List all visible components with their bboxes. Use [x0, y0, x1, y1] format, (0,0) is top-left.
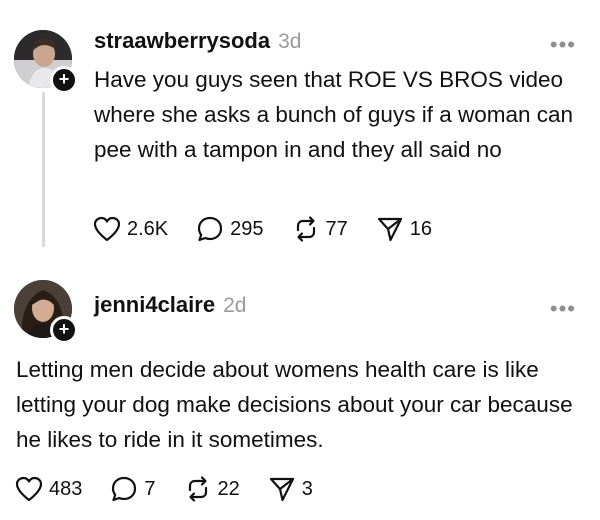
avatar[interactable]: +: [14, 280, 78, 344]
action-bar: 483 7 22 3: [15, 474, 341, 504]
like-count: 483: [49, 477, 83, 500]
post-straawberrysoda: + straawberrysoda 3d ••• Have you guys s…: [0, 0, 600, 262]
like-count: 2.6K: [127, 217, 169, 240]
share-count: 16: [409, 217, 433, 240]
follow-plus-icon[interactable]: +: [50, 66, 78, 94]
post-text: Have you guys seen that ROE VS BROS vide…: [94, 67, 574, 162]
action-bar: 2.6K 295 77 16: [93, 214, 460, 244]
post-jenni4claire: + jenni4claire 2d ••• Letting men decide…: [0, 262, 600, 520]
post-text: Letting men decide about womens health c…: [16, 357, 573, 452]
avatar[interactable]: +: [14, 30, 78, 94]
share-count: 3: [301, 477, 313, 500]
heart-icon: [15, 476, 43, 502]
repost-button[interactable]: 22: [184, 475, 240, 503]
post-header: straawberrysoda 3d: [94, 28, 301, 54]
repost-count: 22: [217, 477, 240, 500]
share-icon: [377, 217, 402, 242]
heart-icon: [93, 216, 121, 242]
thread-line: [42, 92, 45, 247]
timestamp: 2d: [223, 294, 247, 317]
reply-count: 7: [144, 477, 156, 500]
username[interactable]: straawberrysoda: [94, 28, 270, 54]
repost-count: 77: [325, 217, 348, 240]
share-button[interactable]: 3: [268, 475, 313, 503]
post-header: jenni4claire 2d: [94, 292, 246, 318]
comment-icon: [198, 216, 223, 242]
follow-plus-icon[interactable]: +: [50, 316, 78, 344]
like-button[interactable]: 483: [15, 476, 82, 502]
share-button[interactable]: 16: [376, 215, 432, 243]
share-icon: [269, 477, 294, 502]
reply-button[interactable]: 295: [196, 215, 264, 243]
reply-button[interactable]: 7: [110, 475, 156, 503]
reply-count: 295: [230, 217, 264, 240]
comment-icon: [112, 476, 137, 502]
username[interactable]: jenni4claire: [94, 292, 215, 318]
like-button[interactable]: 2.6K: [93, 216, 168, 242]
more-options-icon[interactable]: •••: [550, 298, 576, 320]
repost-icon: [296, 216, 315, 242]
repost-icon: [188, 476, 207, 502]
timestamp: 3d: [278, 30, 302, 53]
more-options-icon[interactable]: •••: [550, 34, 576, 56]
repost-button[interactable]: 77: [292, 215, 348, 243]
